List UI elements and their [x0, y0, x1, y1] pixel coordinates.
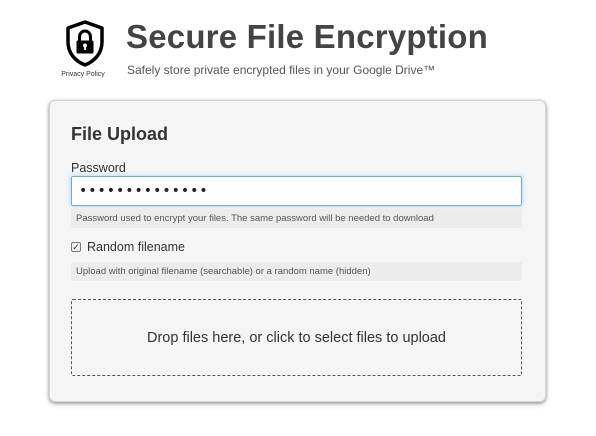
- dropzone-message: Drop files here, or click to select file…: [147, 329, 446, 346]
- panel-title: File Upload: [71, 124, 169, 144]
- privacy-policy-link[interactable]: Privacy Policy: [58, 20, 112, 78]
- file-dropzone[interactable]: Drop files here, or click to select file…: [71, 299, 522, 376]
- app-title: Secure File Encryption: [126, 18, 489, 55]
- password-label: Password: [71, 161, 126, 175]
- password-input[interactable]: [71, 176, 522, 206]
- password-help-text: Password used to encrypt your files. The…: [71, 209, 522, 228]
- random-filename-label[interactable]: Random filename: [87, 240, 185, 254]
- privacy-policy-label: Privacy Policy: [61, 71, 105, 78]
- random-filename-option[interactable]: ✓ Random filename: [71, 240, 185, 254]
- random-filename-help-text: Upload with original filename (searchabl…: [71, 262, 522, 281]
- shield-lock-icon: [66, 20, 104, 67]
- app-subtitle: Safely store private encrypted files in …: [127, 63, 436, 77]
- app-page: Privacy Policy Secure File Encryption Sa…: [0, 0, 596, 436]
- random-filename-checkbox[interactable]: ✓: [71, 242, 81, 252]
- file-upload-panel: File Upload Password Password used to en…: [49, 100, 546, 402]
